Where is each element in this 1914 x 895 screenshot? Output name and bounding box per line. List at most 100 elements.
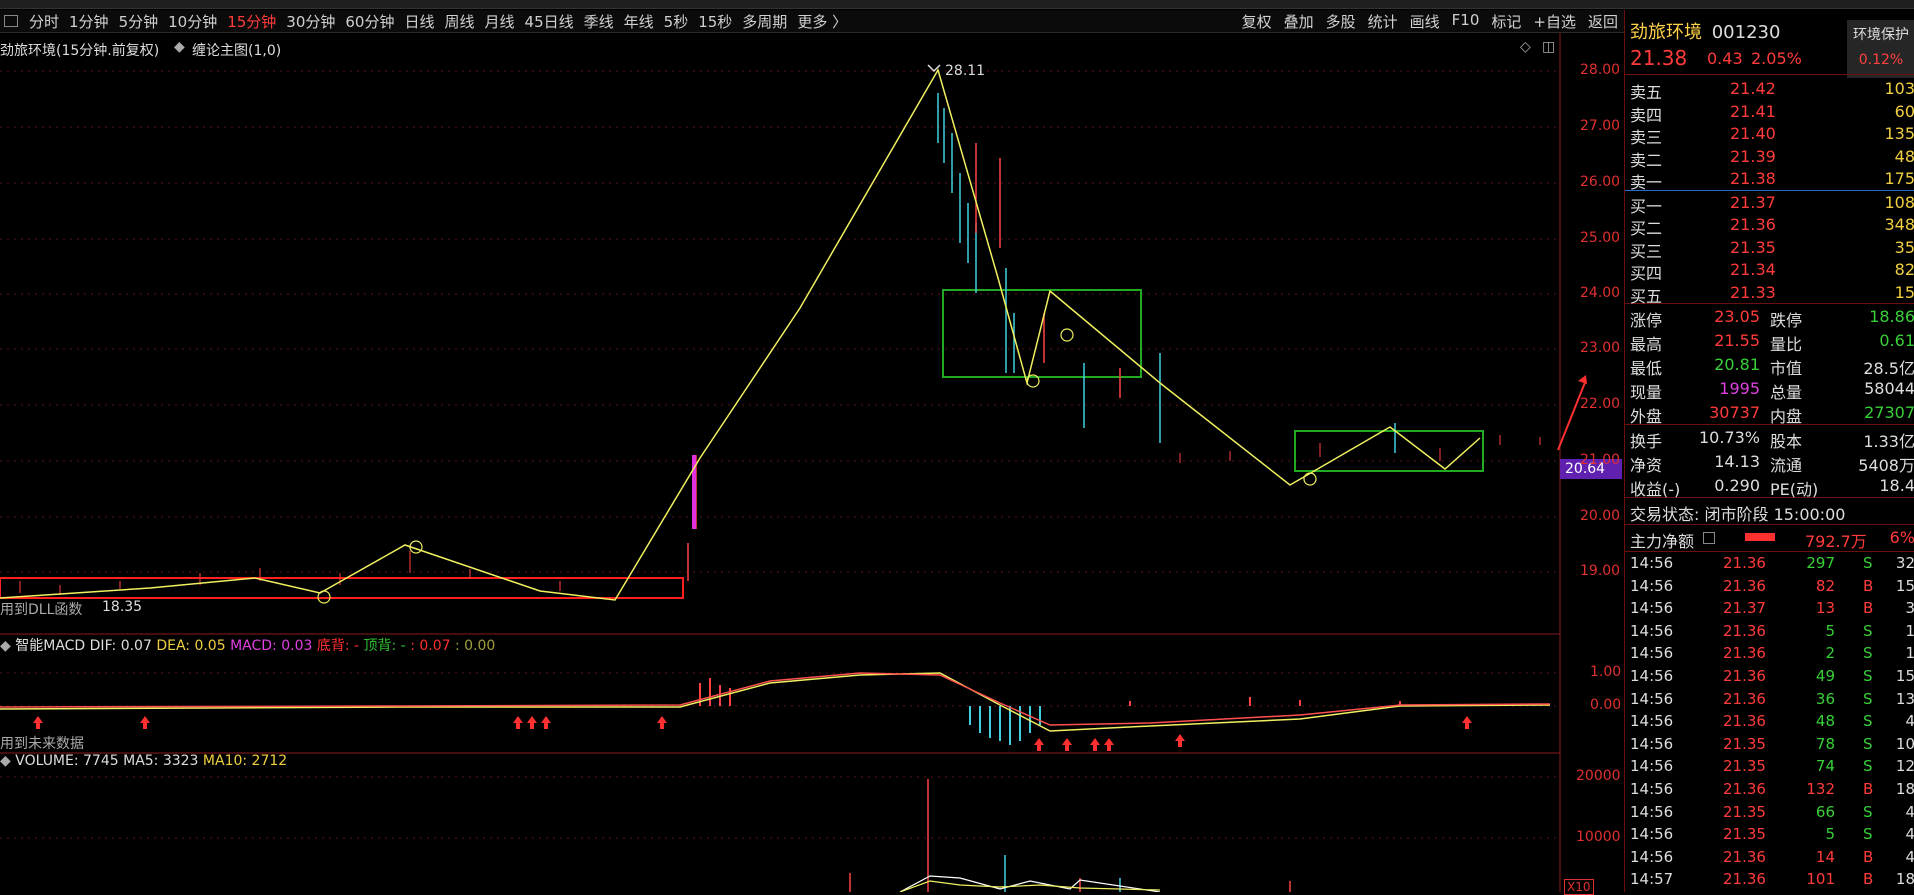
stat-value: 10.73%: [1698, 428, 1760, 447]
y-tick: 19.00: [1580, 563, 1621, 579]
chart-area[interactable]: 劲旅环境(15分钟.前复权) ◆ 缠论主图(1,0) 28.11 用到DLL函数…: [0, 33, 1624, 895]
trade-count: 1: [1905, 644, 1914, 663]
trade-row: 14:56 21.36 132 B 18: [1625, 778, 1914, 801]
main-indicator-name[interactable]: 缠论主图(1,0): [192, 40, 281, 60]
bid-row[interactable]: 买五 21.33 15: [1625, 281, 1914, 306]
trade-time: 14:56: [1630, 621, 1674, 640]
ask-volume: 103: [1884, 79, 1914, 98]
stat-value: 0.290: [1714, 476, 1760, 495]
bid-row[interactable]: 买一 21.37 108: [1625, 191, 1914, 216]
layout-toggle-icon[interactable]: [4, 15, 18, 27]
stat-row: 现量 1995 总量 58044: [1625, 376, 1914, 402]
stat-row: 换手 10.73% 股本 1.33亿: [1625, 425, 1914, 451]
stat-row: 外盘 30737 内盘 27307: [1625, 400, 1914, 426]
tick-trades-list: 14:56 21.36 297 S 32 14:56 21.36 82 B 15 14:56 21.3…: [1625, 552, 1914, 891]
y-tick: 20.00: [1580, 508, 1621, 524]
ask-row[interactable]: 卖四 21.41 60: [1625, 100, 1914, 125]
ask-row[interactable]: 卖一 21.38 175: [1625, 167, 1914, 192]
period-tab[interactable]: 年线: [619, 11, 659, 32]
mark-button[interactable]: 标记: [1485, 11, 1527, 32]
period-tab[interactable]: 月线: [480, 11, 520, 32]
back-button[interactable]: 返回: [1582, 11, 1624, 32]
y-tick: 26.00: [1580, 174, 1621, 190]
period-tab[interactable]: 30分钟: [281, 11, 340, 32]
main-net-bar: [1745, 533, 1775, 541]
y-tick: 21.00: [1580, 452, 1621, 468]
indicator-dropdown-icon[interactable]: ◆: [174, 39, 185, 55]
trade-volume: 297: [1806, 554, 1835, 572]
macd-y-tick: 0.00: [1590, 697, 1622, 713]
y-tick: 25.00: [1580, 230, 1621, 246]
trade-price: 21.36: [1723, 870, 1766, 889]
trade-row: 14:56 21.35 66 S 4: [1625, 801, 1914, 824]
trade-row: 14:56 21.35 78 S 10: [1625, 733, 1914, 756]
period-tab[interactable]: 1分钟: [64, 11, 114, 32]
period-tab[interactable]: 多周期: [737, 11, 792, 32]
period-tab[interactable]: 周线: [440, 11, 480, 32]
trade-price: 21.36: [1723, 621, 1766, 640]
ask-price: 21.40: [1730, 124, 1776, 143]
trade-row: 14:56 21.36 2 S 1: [1625, 642, 1914, 665]
volume-collapse-icon[interactable]: ◆: [0, 753, 11, 769]
stat-value: 20.81: [1714, 355, 1760, 374]
trade-count: 18: [1895, 870, 1914, 889]
quote-panel: 劲旅环境 001230 环境保护 0.12% 21.38 0.43 2.05% …: [1624, 10, 1914, 892]
period-toolbar: 分时 1分钟 5分钟 10分钟 15分钟 30分钟 60分钟 日线 周线 月线 …: [0, 10, 1624, 33]
trade-time: 14:56: [1630, 666, 1674, 685]
stat-value: 21.55: [1714, 331, 1760, 350]
stat-value: 0.61: [1879, 331, 1914, 350]
ask-row[interactable]: 卖三 21.40 135: [1625, 122, 1914, 147]
more-periods-button[interactable]: 更多 〉: [792, 11, 852, 32]
period-tab[interactable]: 10分钟: [163, 11, 222, 32]
period-tab-active[interactable]: 15分钟: [222, 11, 281, 32]
period-tab[interactable]: 日线: [399, 11, 439, 32]
ask-label: 卖一: [1630, 173, 1663, 192]
trade-side: S: [1863, 802, 1873, 821]
period-tab[interactable]: 15秒: [693, 11, 737, 32]
period-tab[interactable]: 季线: [579, 11, 619, 32]
ask-row[interactable]: 卖二 21.39 48: [1625, 145, 1914, 170]
period-tab[interactable]: 5分钟: [114, 11, 164, 32]
expand-icon[interactable]: ◫: [1542, 39, 1555, 55]
macd-extra-2: : 0.00: [454, 638, 496, 654]
trade-time: 14:57: [1630, 870, 1674, 889]
ask-volume: 48: [1894, 146, 1914, 166]
multi-stock-button[interactable]: 多股: [1320, 11, 1362, 32]
period-tab[interactable]: 60分钟: [340, 11, 399, 32]
ask-row[interactable]: 卖五 21.42 103: [1625, 77, 1914, 102]
bid-row[interactable]: 买二 21.36 348: [1625, 213, 1914, 238]
main-chart-title: 劲旅环境(15分钟.前复权): [0, 43, 160, 59]
trade-side: S: [1863, 666, 1873, 685]
volume-header: ◆ VOLUME: 7745 MA5: 3323 MA10: 2712: [0, 753, 287, 769]
add-watchlist-button[interactable]: +自选: [1527, 11, 1582, 32]
volume-value[interactable]: VOLUME: 7745: [15, 753, 118, 769]
stock-name-text: 劲旅环境: [1630, 22, 1702, 43]
period-tab[interactable]: 分时: [24, 11, 64, 32]
stat-value: 23.05: [1714, 307, 1760, 326]
main-net-row[interactable]: 主力净额 792.7万 6%: [1625, 525, 1914, 551]
stat-label: 内盘: [1770, 407, 1803, 426]
diamond-icon[interactable]: ◇: [1520, 39, 1531, 55]
trade-price: 21.35: [1723, 802, 1766, 821]
ask-price: 21.41: [1730, 101, 1776, 121]
draw-line-button[interactable]: 画线: [1404, 11, 1446, 32]
bid-row[interactable]: 买四 21.34 82: [1625, 258, 1914, 283]
main-net-chart-icon[interactable]: [1703, 532, 1715, 544]
trade-side: B: [1863, 870, 1874, 889]
bid-price: 21.36: [1730, 215, 1776, 234]
overlay-button[interactable]: 叠加: [1278, 11, 1320, 32]
trade-side: B: [1863, 599, 1874, 618]
trade-price: 21.37: [1723, 599, 1766, 618]
stat-value: 18.86: [1869, 307, 1914, 326]
statistics-button[interactable]: 统计: [1362, 11, 1404, 32]
adjust-button[interactable]: 复权: [1236, 11, 1278, 32]
trade-volume: 49: [1815, 666, 1835, 685]
bid-row[interactable]: 买三 21.35 35: [1625, 236, 1914, 261]
period-tab[interactable]: 5秒: [659, 11, 694, 32]
f10-button[interactable]: F10: [1446, 11, 1486, 32]
macd-collapse-icon[interactable]: ◆: [0, 638, 11, 654]
macd-name[interactable]: 智能MACD: [15, 638, 85, 654]
trade-count: 4: [1905, 712, 1914, 731]
period-tab[interactable]: 45日线: [520, 11, 579, 32]
stat-value: 30737: [1709, 403, 1760, 422]
